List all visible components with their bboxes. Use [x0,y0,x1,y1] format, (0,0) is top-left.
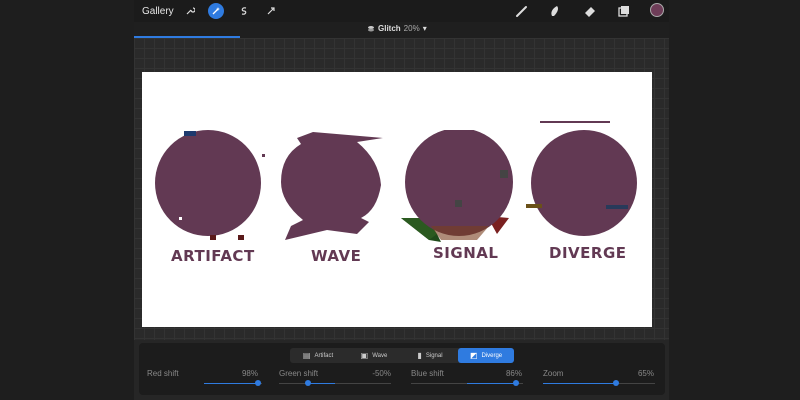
brush-icon[interactable] [514,3,530,19]
magic-wand-icon[interactable] [208,3,224,19]
glitch-block [210,235,216,240]
tab-signal[interactable]: ▮ Signal [402,348,458,363]
transform-icon[interactable] [263,3,279,19]
green-shift-slider[interactable] [279,383,391,384]
zoom-level: 20% [403,24,420,33]
label-signal: SIGNAL [433,244,499,262]
label-wave: WAVE [311,247,362,265]
selection-icon[interactable] [236,3,252,19]
gallery-button[interactable]: Gallery [142,6,174,17]
eraser-icon[interactable] [582,3,598,19]
blue-shift-fill [467,383,516,384]
artifact-icon: ▤ [302,351,311,360]
glitch-block [606,205,628,209]
glitch-block [184,131,196,136]
tab-label: Wave [372,352,388,359]
artifact-circle [155,130,261,236]
layers-icon[interactable] [616,3,632,19]
red-shift-label: Red shift [147,369,179,378]
wave-shape [281,132,383,240]
blue-shift-value: 86% [505,369,522,378]
wave-icon: ▣ [360,351,369,360]
zoom-fill [543,383,616,384]
green-shift-value: -50% [372,369,391,378]
green-shift-label: Green shift [279,369,319,378]
glitch-block [179,217,182,220]
drawing-canvas[interactable]: ARTIFACT WAVE SIGNAL DIVERGE [142,72,652,327]
color-swatch[interactable] [650,3,664,17]
diverge-icon: ◩ [469,351,478,360]
zoom-label: Zoom [543,369,564,378]
zoom-value: 65% [637,369,654,378]
blue-shift-label: Blue shift [411,369,444,378]
tab-label: Artifact [314,352,334,359]
glitch-block [262,154,265,157]
label-artifact: ARTIFACT [171,247,255,265]
signal-icon: ▮ [417,351,422,360]
smudge-icon[interactable] [547,3,563,19]
blue-shift-knob[interactable] [513,380,519,386]
label-diverge: DIVERGE [549,244,627,262]
tab-diverge[interactable]: ◩ Diverge [458,348,514,363]
diverge-circle [531,130,637,236]
red-shift-fill [204,383,258,384]
signal-shape [401,130,513,242]
layers-stack-icon [368,25,374,31]
tab-artifact[interactable]: ▤ Artifact [290,348,346,363]
glitch-block [526,204,542,208]
green-shift-knob[interactable] [305,380,311,386]
chevron-down-icon: ▾ [422,24,427,33]
green-shift-fill [308,383,335,384]
red-shift-knob[interactable] [255,380,261,386]
tab-label: Diverge [481,352,503,359]
document-name: Glitch [378,24,401,33]
glitch-block [238,235,244,240]
tab-label: Signal [425,352,443,359]
document-title[interactable]: Glitch 20% ▾ [367,24,427,33]
glitch-line [540,121,610,123]
zoom-knob[interactable] [613,380,619,386]
progress-indicator [134,36,240,38]
tab-wave[interactable]: ▣ Wave [346,348,402,363]
glitch-mode-tabs: ▤ Artifact ▣ Wave ▮ Signal ◩ Diverge [290,348,514,363]
red-shift-value: 98% [241,369,258,378]
wrench-icon[interactable] [182,3,198,19]
